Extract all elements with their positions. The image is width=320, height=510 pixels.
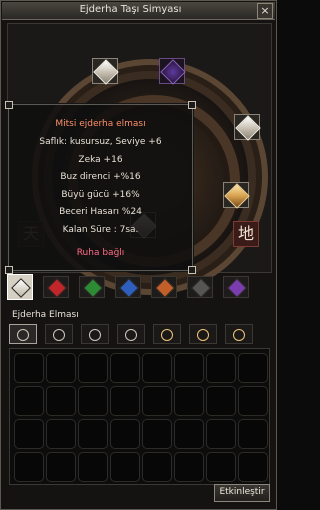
inventory-slot[interactable] bbox=[110, 353, 140, 383]
gem-type-tabs bbox=[7, 274, 270, 300]
earth-glyph-icon: 地 bbox=[233, 221, 259, 247]
sun-grade-icon bbox=[53, 329, 65, 341]
tooltip-corner bbox=[5, 101, 13, 109]
tab-sapphire[interactable] bbox=[115, 276, 141, 298]
inventory-slot[interactable] bbox=[206, 386, 236, 416]
grade-filter-1[interactable] bbox=[9, 324, 37, 344]
inventory-slot[interactable] bbox=[238, 452, 268, 482]
activate-button[interactable]: Etkinleştir bbox=[214, 484, 270, 502]
grade-filter-2[interactable] bbox=[45, 324, 73, 344]
inventory-slot[interactable] bbox=[46, 353, 76, 383]
inventory-slot[interactable] bbox=[206, 452, 236, 482]
tab-garnet[interactable] bbox=[151, 276, 177, 298]
tab-diamond[interactable] bbox=[7, 274, 33, 300]
onyx-gem-icon bbox=[191, 278, 211, 298]
inventory-slot[interactable] bbox=[174, 452, 204, 482]
tab-amethyst[interactable] bbox=[223, 276, 249, 298]
tooltip-stat-magic-power: Büyü gücü +16% bbox=[61, 190, 140, 200]
inventory-slot[interactable] bbox=[238, 386, 268, 416]
grade-filter-4[interactable] bbox=[117, 324, 145, 344]
close-icon[interactable]: × bbox=[257, 3, 273, 19]
inventory-slot[interactable] bbox=[142, 386, 172, 416]
grade-filter-7[interactable] bbox=[225, 324, 253, 344]
inventory-slot[interactable] bbox=[110, 419, 140, 449]
inventory-slot[interactable] bbox=[46, 452, 76, 482]
inventory-slot[interactable] bbox=[14, 419, 44, 449]
dragon-stone-alchemy-window: Ejderha Taşı Simyası × 天 地 Mitsi ejderha… bbox=[0, 0, 277, 510]
tooltip-remaining-time: Kalan Süre : 7sa. bbox=[62, 225, 139, 235]
inventory-slot[interactable] bbox=[174, 353, 204, 383]
amethyst-gem-icon bbox=[227, 278, 247, 298]
inventory-slot[interactable] bbox=[78, 386, 108, 416]
slot-right-lower[interactable] bbox=[223, 182, 250, 209]
tooltip-corner bbox=[188, 101, 196, 109]
diamond-gem-icon bbox=[93, 59, 119, 85]
inventory-grid bbox=[9, 348, 270, 485]
title-bar[interactable]: Ejderha Taşı Simyası × bbox=[2, 2, 275, 20]
slot-top-left[interactable] bbox=[92, 58, 119, 85]
tooltip-corner bbox=[188, 266, 196, 274]
slot-top-right[interactable] bbox=[159, 58, 186, 85]
inventory-slot[interactable] bbox=[110, 452, 140, 482]
inventory-slot[interactable] bbox=[14, 452, 44, 482]
sun-grade-icon bbox=[161, 329, 173, 341]
inventory-slot[interactable] bbox=[206, 353, 236, 383]
inventory-slot[interactable] bbox=[142, 419, 172, 449]
tooltip-item-name: Mitsi ejderha elması bbox=[55, 119, 146, 129]
section-label-dragon-diamond: Ejderha Elması bbox=[12, 310, 79, 320]
grade-filter-6[interactable] bbox=[189, 324, 217, 344]
inventory-slot[interactable] bbox=[78, 419, 108, 449]
tooltip-corner bbox=[5, 266, 13, 274]
inventory-slot[interactable] bbox=[46, 419, 76, 449]
grade-filter-5[interactable] bbox=[153, 324, 181, 344]
inventory-slot[interactable] bbox=[110, 386, 140, 416]
inventory-slot[interactable] bbox=[238, 419, 268, 449]
inventory-slot[interactable] bbox=[206, 419, 236, 449]
diamond-gem-icon bbox=[235, 115, 261, 141]
window-title: Ejderha Taşı Simyası bbox=[79, 4, 182, 15]
gold-gem-icon bbox=[224, 183, 250, 209]
inventory-slot[interactable] bbox=[174, 419, 204, 449]
tab-onyx[interactable] bbox=[187, 276, 213, 298]
item-tooltip: Mitsi ejderha elması Saflık: kusursuz, S… bbox=[5, 101, 196, 274]
inventory-slot[interactable] bbox=[78, 452, 108, 482]
sun-grade-icon bbox=[17, 329, 29, 341]
sapphire-gem-icon bbox=[119, 278, 139, 298]
inventory-slot[interactable] bbox=[174, 386, 204, 416]
tooltip-purity-level: Saflık: kusursuz, Seviye +6 bbox=[39, 137, 162, 147]
inventory-slot[interactable] bbox=[14, 353, 44, 383]
ruby-gem-icon bbox=[47, 278, 67, 298]
inventory-slot[interactable] bbox=[46, 386, 76, 416]
diamond-gem-icon bbox=[11, 278, 31, 298]
tooltip-stat-ice-resistance: Buz direnci +%16 bbox=[60, 172, 141, 182]
sun-grade-icon bbox=[125, 329, 137, 341]
tab-jade[interactable] bbox=[79, 276, 105, 298]
sun-grade-icon bbox=[197, 329, 209, 341]
sun-grade-icon bbox=[89, 329, 101, 341]
amethyst-gem-icon bbox=[160, 59, 186, 85]
inventory-slot[interactable] bbox=[238, 353, 268, 383]
sun-grade-icon bbox=[233, 329, 245, 341]
jade-gem-icon bbox=[83, 278, 103, 298]
inventory-slot[interactable] bbox=[142, 452, 172, 482]
tooltip-soulbound: Ruha bağlı bbox=[76, 248, 125, 258]
tooltip-stat-intelligence: Zeka +16 bbox=[78, 155, 123, 165]
tooltip-stat-skill-damage: Beceri Hasarı %24 bbox=[59, 207, 142, 217]
inventory-slot[interactable] bbox=[78, 353, 108, 383]
grade-filter-bar bbox=[9, 324, 270, 346]
inventory-slot[interactable] bbox=[142, 353, 172, 383]
tab-ruby[interactable] bbox=[43, 276, 69, 298]
grade-filter-3[interactable] bbox=[81, 324, 109, 344]
garnet-gem-icon bbox=[155, 278, 175, 298]
inventory-slot[interactable] bbox=[14, 386, 44, 416]
slot-right-upper[interactable] bbox=[234, 114, 261, 141]
